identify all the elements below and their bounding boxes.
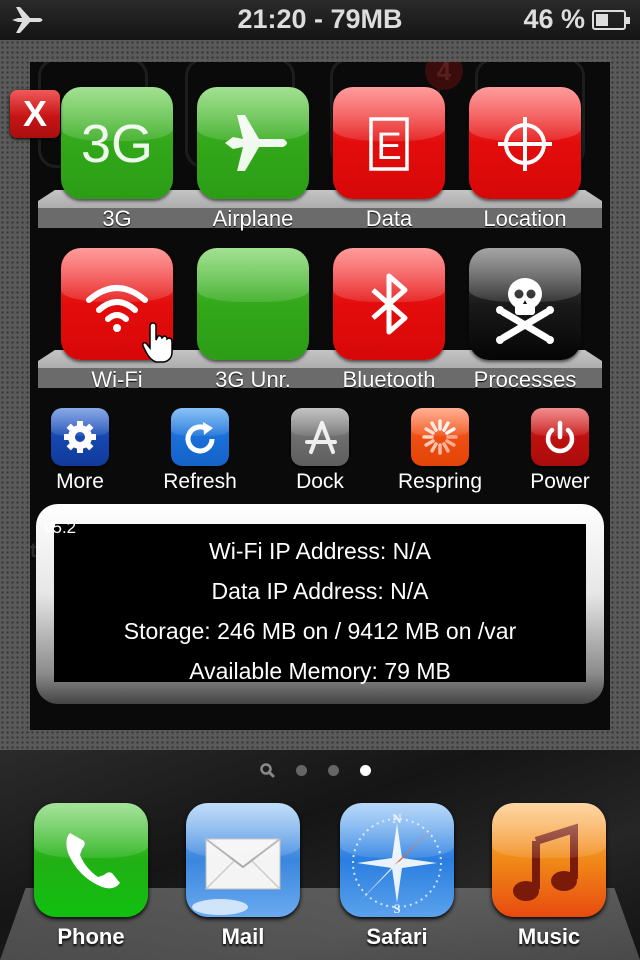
dock-app-label: Mail [221, 924, 265, 949]
data-ip-text: Data IP Address: N/A [211, 578, 429, 604]
dock-app-label: Safari [366, 924, 428, 949]
toggle-data[interactable]: E [333, 87, 445, 199]
toggle-label: Wi-Fi [91, 367, 143, 392]
spinner-ray [430, 442, 438, 453]
spinner-ray [424, 427, 435, 435]
sbsettings-overlay: 4 ttleNations iBlacklist 3G 3G Airplane … [0, 40, 640, 750]
phone-icon [66, 833, 120, 889]
dock-app-phone[interactable] [34, 803, 148, 917]
battery-icon [592, 10, 630, 30]
wifi-ip-text: Wi-Fi IP Address: N/A [209, 538, 431, 564]
version-label: v5.2 [44, 518, 77, 537]
status-bar: 21:20 - 79MB 46 % [0, 0, 640, 40]
airplane-icon [225, 115, 287, 171]
page-dot-current[interactable] [360, 765, 371, 776]
dock-app-safari[interactable]: NS [340, 803, 454, 917]
crosshair-icon [498, 117, 552, 171]
spinner-ray [424, 439, 435, 447]
more-label: More [56, 470, 104, 493]
dock-label: Dock [296, 470, 344, 493]
toggle-label: Airplane [212, 206, 294, 231]
toggle-airplane[interactable] [197, 87, 309, 199]
svg-text:N: N [392, 811, 402, 826]
close-button[interactable]: X [10, 90, 60, 138]
music-note-icon [513, 823, 578, 901]
power-label: Power [530, 470, 590, 493]
bluetooth-icon [371, 273, 408, 335]
toggle-processes[interactable] [469, 248, 581, 360]
toggle-label: 3G Unr. [215, 367, 291, 392]
spinner-icon [422, 419, 458, 455]
refresh-label: Refresh [163, 470, 237, 493]
toggle-location[interactable] [469, 87, 581, 199]
spinner-ray [430, 421, 438, 432]
page-dot[interactable] [296, 765, 307, 776]
dock-app-label: Music [517, 924, 581, 949]
toggle-bluetooth[interactable] [333, 248, 445, 360]
toggle-label: 3G [102, 206, 132, 231]
spinner-ray [442, 421, 450, 432]
svg-text:3G: 3G [81, 114, 153, 174]
page-dot[interactable] [328, 765, 339, 776]
toggle-3g-unrestrictor[interactable] [197, 248, 309, 360]
spinner-ray [445, 427, 456, 435]
refresh-button[interactable] [171, 408, 229, 466]
respring-button[interactable] [411, 408, 469, 466]
app-store-icon [305, 421, 337, 454]
power-button[interactable] [531, 408, 589, 466]
spinner-ray [442, 442, 450, 453]
3g-icon: 3G [81, 114, 153, 174]
dock-app-mail[interactable] [186, 803, 300, 917]
spinner-ray [445, 439, 456, 447]
more-button[interactable] [51, 408, 109, 466]
edge-icon: E [369, 117, 409, 171]
respring-label: Respring [397, 470, 483, 493]
system-info-frame: Wi-Fi IP Address: N/A Data IP Address: N… [36, 504, 604, 704]
dock-app-music[interactable] [492, 803, 606, 917]
power-icon [545, 420, 575, 454]
refresh-icon [185, 422, 215, 454]
system-info-box: Wi-Fi IP Address: N/A Data IP Address: N… [54, 524, 586, 684]
toggle-label: Location [483, 206, 567, 231]
gear-icon [64, 421, 96, 453]
skull-crossbones-icon [496, 278, 554, 344]
search-icon[interactable] [259, 762, 275, 778]
hand-cursor-icon [142, 322, 173, 363]
settings-panel: 4 ttleNations iBlacklist 3G 3G Airplane … [30, 62, 610, 730]
mail-icon [192, 838, 281, 915]
compass-icon: NS [352, 811, 442, 916]
battery-percent: 46 % [523, 4, 585, 34]
dock-button[interactable] [291, 408, 349, 466]
storage-text: Storage: 246 MB on / 9412 MB on /var [123, 618, 517, 644]
toggle-label: Data [365, 206, 413, 231]
toggle-label: Processes [473, 367, 577, 392]
toggle-label: Bluetooth [342, 367, 436, 392]
memory-text: Available Memory: 79 MB [189, 658, 451, 684]
svg-text:E: E [376, 126, 401, 168]
dock-app-label: Phone [57, 924, 125, 949]
toggle-3g[interactable]: 3G [61, 87, 173, 199]
svg-text:S: S [393, 901, 400, 916]
